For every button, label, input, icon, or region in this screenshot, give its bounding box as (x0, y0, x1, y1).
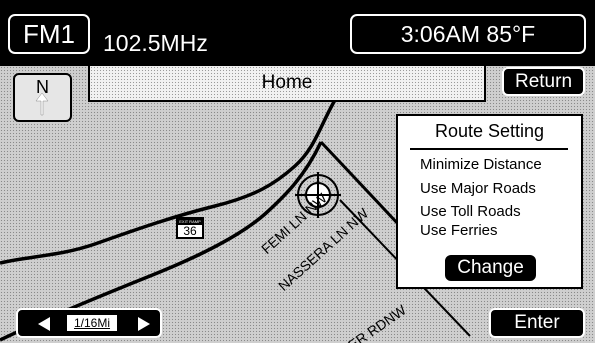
exit-sign: EXIT RAMP 36 (176, 217, 204, 239)
map-scale-control: 1/16Mi (16, 308, 162, 338)
exit-number: 36 (183, 224, 197, 238)
divider (410, 148, 568, 150)
route-setting-title: Route Setting (434, 121, 545, 141)
route-setting-panel: Route Setting Minimize Distance Use Majo… (396, 114, 583, 289)
destination-bar[interactable]: Home (88, 66, 486, 102)
band-button[interactable]: FM1 (8, 14, 90, 54)
return-button[interactable]: Return (502, 67, 585, 96)
route-option-major-roads[interactable]: Use Major Roads (420, 180, 536, 197)
status-bar: FM1 102.5MHz 3:06AM 85°F (0, 0, 595, 66)
arrow-right-icon[interactable] (138, 317, 150, 331)
enter-button[interactable]: Enter (489, 308, 585, 338)
clock-temperature[interactable]: 3:06AM 85°F (350, 14, 586, 54)
scale-value: 1/16Mi (66, 314, 118, 332)
arrow-left-icon[interactable] (38, 317, 50, 331)
route-option-ferries[interactable]: Use Ferries (420, 222, 498, 239)
frequency-readout: 102.5MHz (103, 30, 208, 56)
north-arrow-icon (35, 92, 49, 116)
route-option-minimize-distance[interactable]: Minimize Distance (420, 156, 542, 173)
change-button[interactable]: Change (443, 253, 538, 283)
route-option-toll-roads[interactable]: Use Toll Roads (420, 203, 521, 220)
compass-button[interactable]: N (13, 73, 72, 122)
nav-screen: FM1 102.5MHz 3:06AM 85°F Home N Return R… (0, 0, 595, 343)
